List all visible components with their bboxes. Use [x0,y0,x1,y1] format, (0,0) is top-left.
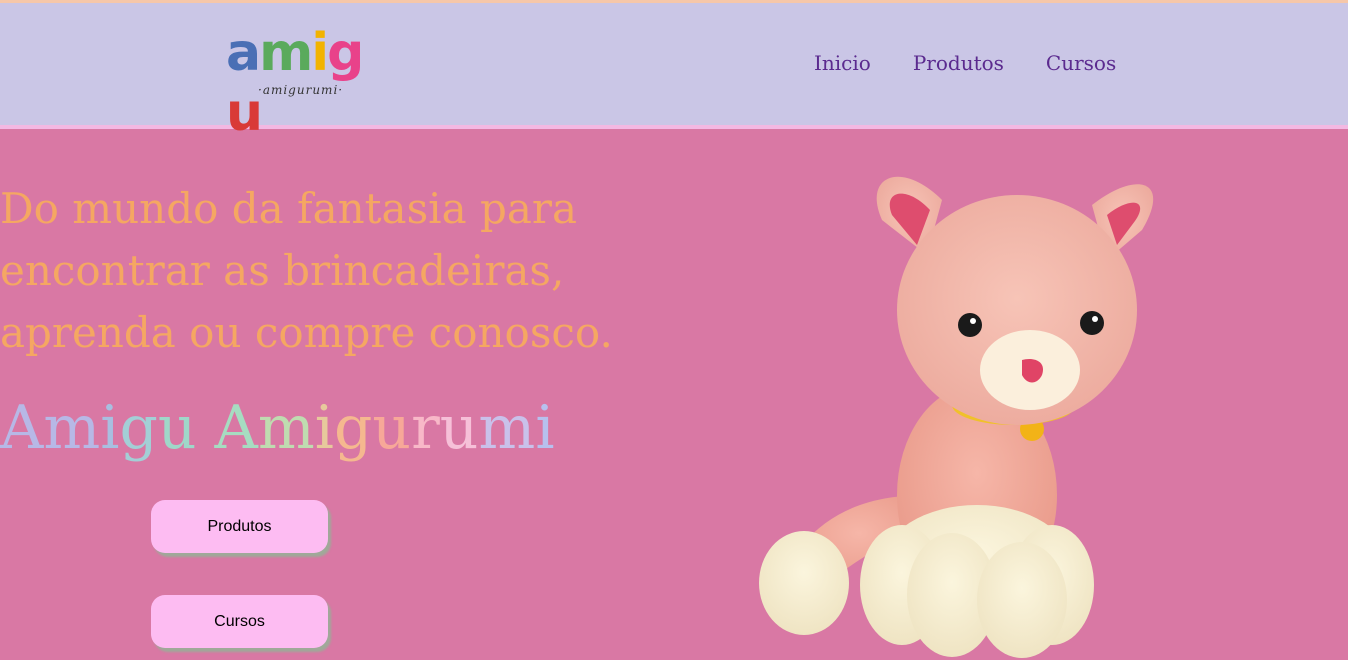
headline-line: Do mundo da fantasia para [0,184,578,233]
nav-item-cursos[interactable]: Cursos [1046,51,1116,75]
brand-letter: r [411,393,440,463]
nav-item-produtos[interactable]: Produtos [913,51,1004,75]
brand-letter: i [535,393,555,463]
headline-line: aprenda ou compre conosco. [0,308,613,357]
brand-letter: m [257,393,315,463]
logo[interactable]: amig u ·amigurumi· [226,23,396,143]
hero-headline: Do mundo da fantasia para encontrar as b… [0,178,700,364]
brand-letter: u [372,393,412,463]
nav-item-inicio[interactable]: Inicio [814,51,871,75]
logo-subtitle: ·amigurumi· [258,83,344,97]
logo-letter: u [226,83,263,143]
amigurumi-cat-image [759,176,1154,658]
logo-letter: g [327,23,364,83]
logo-letter: a [226,23,261,83]
brand-letter: g [333,393,373,463]
brand-letter: A [214,393,258,463]
brand-letter: i [314,393,334,463]
brand-letter: m [478,393,536,463]
site-header: amig u ·amigurumi· Inicio Produtos Cursos [0,3,1348,143]
brand-letter: u [439,393,479,463]
logo-letter: m [259,23,313,83]
products-button[interactable]: Produtos [151,500,328,553]
brand-letter: i [100,393,120,463]
main-nav: Inicio Produtos Cursos [814,51,1116,75]
brand-letter: g [119,393,158,463]
brand-letter: u [157,393,197,463]
brand-letter: m [43,393,101,463]
brand-title: Amigu Amigurumi [0,392,555,464]
headline-line: encontrar as brincadeiras, [0,246,565,295]
courses-button[interactable]: Cursos [151,595,328,648]
brand-letter: A [0,393,44,463]
logo-letter: i [311,23,329,83]
